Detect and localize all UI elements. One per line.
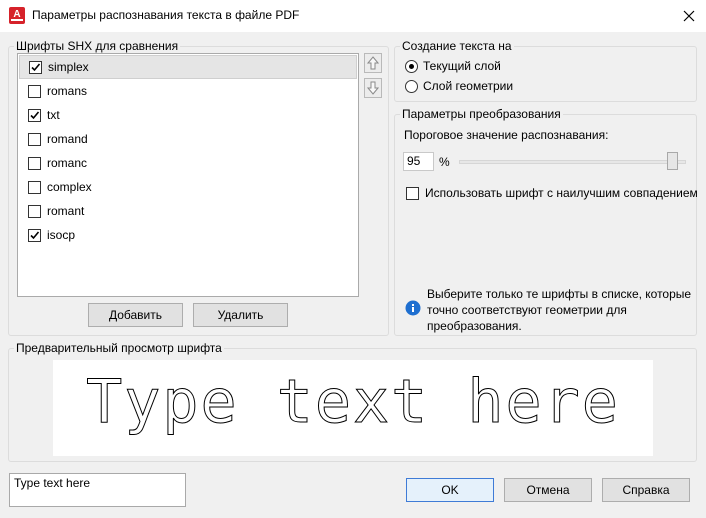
autocad-app-icon: A	[9, 7, 25, 24]
window-title: Параметры распознавания текста в файле P…	[32, 8, 300, 22]
check-icon	[31, 62, 41, 71]
radio-current-layer-label: Текущий слой	[423, 59, 501, 73]
radio-button[interactable]	[405, 59, 418, 73]
list-item-label: simplex	[48, 60, 89, 74]
best-match-option[interactable]: Использовать шрифт с наилучшим совпадени…	[406, 186, 698, 200]
cancel-button-label: Отмена	[526, 483, 570, 497]
preview-group-label: Предварительный просмотр шрифта	[14, 341, 224, 355]
app-icon-letter: A	[13, 9, 20, 20]
list-item-label: romand	[47, 132, 88, 146]
list-item-label: romans	[47, 84, 88, 98]
list-item-label: romant	[47, 204, 85, 218]
list-item-romans[interactable]: romans	[19, 79, 357, 103]
threshold-slider-thumb[interactable]	[667, 152, 678, 170]
close-button[interactable]	[676, 4, 702, 28]
font-preview-area: Type text here	[53, 360, 653, 456]
check-icon	[30, 110, 40, 119]
list-item-romand[interactable]: romand	[19, 127, 357, 151]
list-item-txt[interactable]: txt	[19, 103, 357, 127]
move-down-button[interactable]	[364, 78, 382, 98]
radio-geometry-layer-label: Слой геометрии	[423, 79, 514, 93]
add-button[interactable]: Добавить	[88, 303, 183, 327]
list-item-romanc[interactable]: romanc	[19, 151, 357, 175]
conversion-group-label: Параметры преобразования	[400, 107, 563, 121]
move-up-button[interactable]	[364, 53, 382, 73]
radio-current-layer[interactable]: Текущий слой	[405, 59, 501, 73]
checkbox-romanc[interactable]	[28, 156, 41, 170]
shx-fonts-group-label: Шрифты SHX для сравнения	[14, 39, 181, 53]
radio-geometry-layer[interactable]: Слой геометрии	[405, 79, 513, 93]
checkbox-romand[interactable]	[28, 132, 41, 146]
list-item-isocp[interactable]: isocp	[19, 223, 357, 247]
arrow-down-icon	[367, 81, 379, 95]
threshold-unit: %	[439, 155, 450, 169]
checkbox-romant[interactable]	[28, 204, 41, 218]
list-item-label: txt	[47, 108, 60, 122]
preview-sample-text: Type text here	[86, 367, 620, 437]
help-button-label: Справка	[622, 483, 670, 497]
list-item-label: isocp	[47, 228, 76, 242]
ok-button[interactable]: OK	[406, 478, 494, 502]
info-icon	[405, 300, 421, 319]
arrow-up-icon	[367, 56, 379, 70]
best-match-checkbox[interactable]	[406, 186, 419, 200]
list-item-complex[interactable]: complex	[19, 175, 357, 199]
radio-button[interactable]	[405, 79, 418, 93]
remove-button[interactable]: Удалить	[193, 303, 288, 327]
list-item-romant[interactable]: romant	[19, 199, 357, 223]
best-match-label: Использовать шрифт с наилучшим совпадени…	[425, 186, 698, 200]
list-item-label: complex	[47, 180, 92, 194]
remove-button-label: Удалить	[217, 308, 264, 322]
ok-button-label: OK	[441, 483, 459, 497]
list-item-simplex[interactable]: simplex	[19, 55, 357, 79]
checkbox-simplex[interactable]	[29, 60, 42, 74]
checkbox-isocp[interactable]	[28, 228, 41, 242]
check-icon	[30, 230, 40, 239]
threshold-input[interactable]: 95	[403, 152, 434, 171]
checkbox-txt[interactable]	[28, 108, 41, 122]
checkbox-romans[interactable]	[28, 84, 41, 98]
close-icon	[683, 10, 695, 22]
info-text: Выберите только те шрифты в списке, кото…	[427, 287, 692, 333]
help-button[interactable]: Справка	[602, 478, 690, 502]
shx-font-list[interactable]: simplex romans txt romand romanc complex…	[17, 53, 359, 297]
add-button-label: Добавить	[108, 308, 163, 322]
sample-text-input[interactable]: Type text here	[9, 473, 186, 507]
list-item-label: romanc	[47, 156, 88, 170]
checkbox-complex[interactable]	[28, 180, 41, 194]
text-creation-group	[394, 46, 697, 102]
threshold-slider-track[interactable]	[459, 160, 686, 164]
threshold-label: Пороговое значение распознавания:	[404, 128, 609, 142]
cancel-button[interactable]: Отмена	[504, 478, 592, 502]
text-creation-group-label: Создание текста на	[400, 39, 514, 53]
